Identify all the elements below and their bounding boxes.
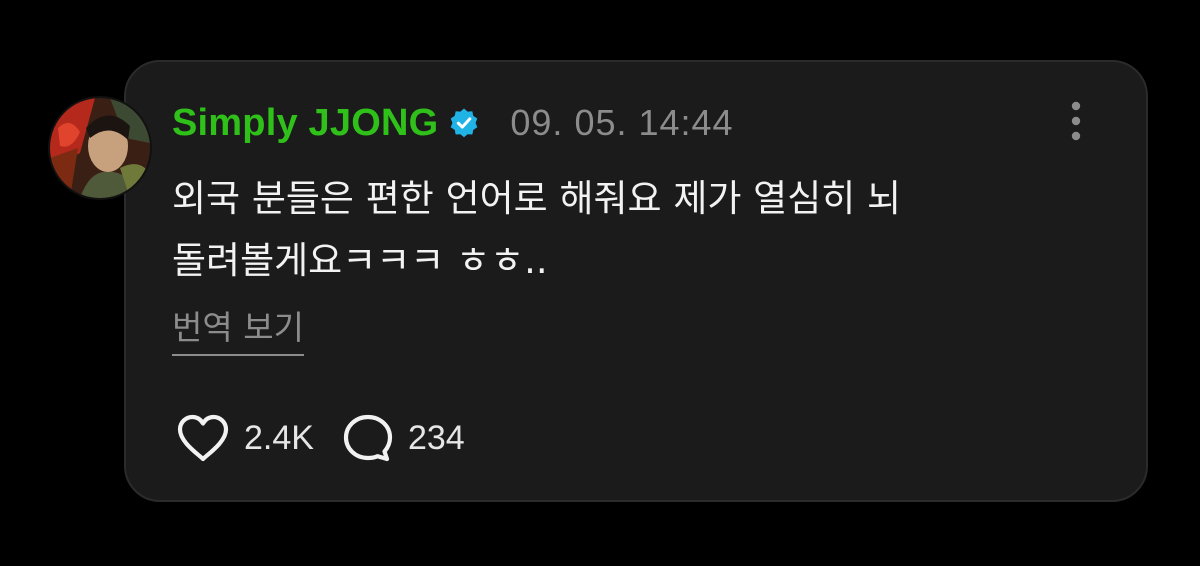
heart-icon (177, 414, 229, 462)
see-translation-link[interactable]: 번역 보기 (172, 306, 304, 356)
more-vertical-icon[interactable] (1066, 100, 1086, 142)
post-text-line: 돌려볼게요ㅋㅋㅋ ㅎㅎ.. (172, 239, 548, 282)
post-timestamp: 09. 05. 14:44 (510, 102, 734, 143)
username[interactable]: Simply JJONG (172, 102, 438, 145)
post-text-line: 외국 분들은 편한 언어로 해줘요 제가 열심히 뇌 (172, 177, 902, 220)
speech-bubble-icon (343, 414, 393, 462)
like-count: 2.4K (244, 418, 314, 457)
comment-count: 234 (407, 418, 465, 457)
post-header: Simply JJONG 09. 05. 14:44 (172, 98, 734, 148)
post-actions: 2.4K 234 (176, 412, 465, 464)
comment-button[interactable]: 234 (342, 413, 465, 463)
avatar[interactable] (48, 96, 152, 200)
post-text: 외국 분들은 편한 언어로 해줘요 제가 열심히 뇌 돌려볼게요ㅋㅋㅋ ㅎㅎ.. (172, 168, 1112, 292)
like-button[interactable]: 2.4K (176, 413, 314, 463)
verified-badge-icon (448, 107, 480, 139)
